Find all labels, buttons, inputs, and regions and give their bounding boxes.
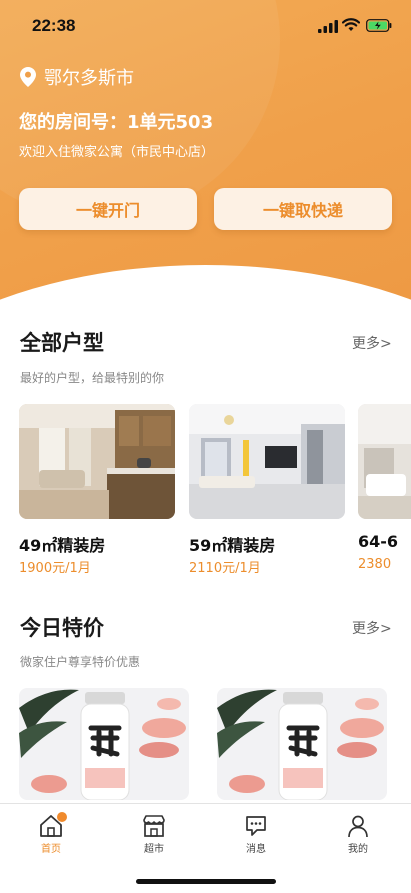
status-time: 22:38 (32, 16, 76, 35)
location-pin-icon (20, 67, 36, 87)
room-card-price: 2380 (358, 557, 392, 572)
deals-section-subtitle: 微家住户尊享特价优惠 (20, 655, 141, 669)
room-photo (358, 404, 411, 519)
rooms-section-title: 全部户型 (20, 331, 104, 355)
room-label: 您的房间号： (19, 112, 127, 133)
deals-more-link[interactable]: 更多> (352, 618, 392, 638)
room-number: 1单元503 (127, 112, 214, 133)
deal-product-image (19, 688, 189, 800)
room-card[interactable]: 49㎡精装房 1900元/1月 (19, 404, 175, 576)
welcome-text: 欢迎入住微家公寓（市民中心店） (19, 145, 215, 160)
tab-home[interactable]: 首页 (21, 812, 81, 855)
pickup-package-button[interactable]: 一键取快递 (214, 188, 392, 230)
room-photo (189, 404, 345, 519)
tab-profile[interactable]: 我的 (328, 814, 388, 855)
room-card[interactable]: 64-6 2380 (358, 404, 411, 572)
location-row[interactable]: 鄂尔多斯市 (20, 64, 134, 90)
room-number-row: 您的房间号：1单元503 (19, 108, 213, 134)
notification-dot (57, 812, 67, 822)
header-curve (0, 265, 411, 300)
room-card-title: 59㎡精装房 (189, 536, 276, 555)
room-photo (19, 404, 175, 519)
home-indicator (136, 879, 276, 884)
wifi-icon (342, 18, 360, 31)
location-city: 鄂尔多斯市 (44, 68, 134, 89)
room-card-price: 1900元/1月 (19, 561, 91, 576)
tab-market[interactable]: 超市 (124, 814, 184, 855)
deals-section-title: 今日特价 (20, 616, 104, 640)
rooms-more-link[interactable]: 更多> (352, 333, 392, 353)
battery-icon (366, 19, 392, 32)
room-card-price: 2110元/1月 (189, 561, 261, 576)
deal-card[interactable] (19, 688, 189, 800)
rooms-section-subtitle: 最好的户型，给最特别的你 (20, 371, 165, 385)
tab-label: 超市 (144, 844, 164, 855)
store-icon (143, 815, 165, 837)
status-bar: 22:38 (0, 0, 411, 52)
room-card[interactable]: 59㎡精装房 2110元/1月 (189, 404, 345, 576)
room-card-title: 64-6 (358, 532, 399, 551)
user-icon (348, 815, 368, 838)
tab-label: 消息 (246, 844, 266, 855)
room-card-title: 49㎡精装房 (19, 536, 106, 555)
tab-label: 我的 (348, 844, 368, 855)
message-icon (246, 816, 266, 836)
deal-product-image (217, 688, 387, 800)
signal-icon (318, 20, 338, 33)
open-door-button[interactable]: 一键开门 (19, 188, 197, 230)
tab-label: 首页 (41, 844, 61, 855)
tab-messages[interactable]: 消息 (226, 814, 286, 855)
deal-card[interactable] (217, 688, 387, 800)
